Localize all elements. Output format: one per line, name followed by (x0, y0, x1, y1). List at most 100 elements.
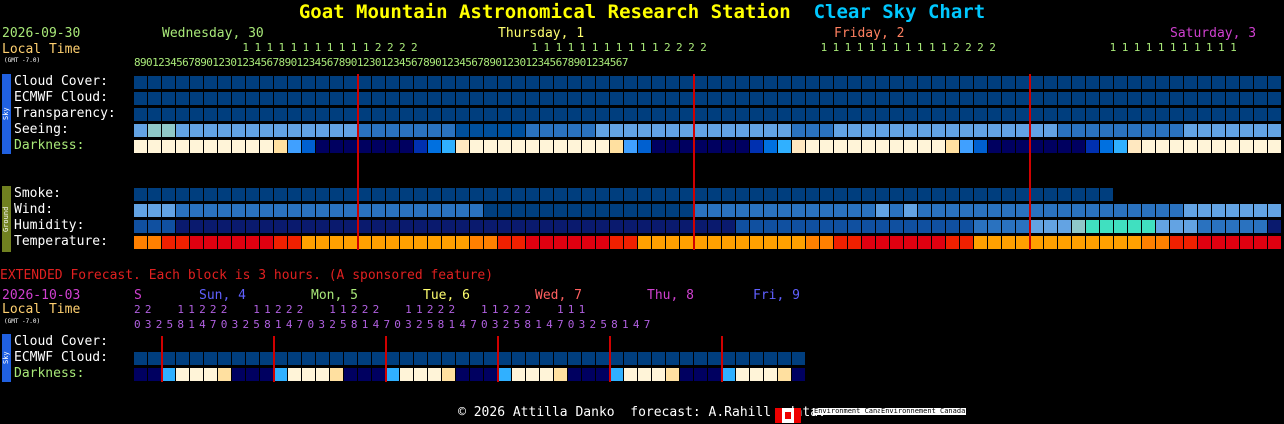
forecast-block[interactable] (1170, 124, 1183, 137)
forecast-block[interactable] (204, 188, 217, 201)
forecast-block[interactable] (540, 368, 553, 381)
forecast-block[interactable] (806, 76, 819, 89)
forecast-block[interactable] (960, 76, 973, 89)
forecast-block[interactable] (414, 236, 427, 249)
forecast-block[interactable] (1170, 220, 1183, 233)
forecast-block[interactable] (246, 220, 259, 233)
forecast-block[interactable] (526, 220, 539, 233)
forecast-block[interactable] (1030, 236, 1043, 249)
row-label-ecmwf-cloud[interactable]: ECMWF Cloud: (14, 90, 108, 106)
forecast-block[interactable] (1240, 204, 1253, 217)
forecast-block[interactable] (596, 188, 609, 201)
forecast-block[interactable] (498, 220, 511, 233)
forecast-block[interactable] (218, 368, 231, 381)
forecast-block[interactable] (274, 220, 287, 233)
forecast-block[interactable] (316, 204, 329, 217)
forecast-block[interactable] (232, 140, 245, 153)
forecast-block[interactable] (1128, 92, 1141, 105)
forecast-block[interactable] (1058, 220, 1071, 233)
forecast-block[interactable] (778, 368, 791, 381)
forecast-block[interactable] (778, 220, 791, 233)
forecast-block[interactable] (778, 108, 791, 121)
forecast-block[interactable] (960, 124, 973, 137)
forecast-block[interactable] (806, 108, 819, 121)
forecast-block[interactable] (820, 140, 833, 153)
forecast-block[interactable] (764, 76, 777, 89)
forecast-block[interactable] (806, 92, 819, 105)
forecast-block[interactable] (218, 236, 231, 249)
forecast-block[interactable] (386, 204, 399, 217)
forecast-block[interactable] (680, 236, 693, 249)
forecast-block[interactable] (750, 204, 763, 217)
forecast-block[interactable] (1072, 92, 1085, 105)
forecast-block[interactable] (302, 108, 315, 121)
forecast-block[interactable] (134, 92, 147, 105)
forecast-block[interactable] (1184, 140, 1197, 153)
forecast-block[interactable] (414, 352, 427, 365)
forecast-block[interactable] (694, 188, 707, 201)
forecast-block[interactable] (582, 368, 595, 381)
forecast-block[interactable] (204, 352, 217, 365)
forecast-block[interactable] (946, 76, 959, 89)
forecast-block[interactable] (750, 92, 763, 105)
forecast-block[interactable] (162, 204, 175, 217)
forecast-block[interactable] (176, 236, 189, 249)
forecast-block[interactable] (162, 124, 175, 137)
forecast-block[interactable] (834, 108, 847, 121)
forecast-block[interactable] (1240, 92, 1253, 105)
forecast-block[interactable] (1156, 124, 1169, 137)
forecast-block[interactable] (1170, 108, 1183, 121)
forecast-block[interactable] (862, 140, 875, 153)
forecast-block[interactable] (932, 140, 945, 153)
forecast-block[interactable] (246, 352, 259, 365)
forecast-block[interactable] (1212, 76, 1225, 89)
forecast-block[interactable] (414, 204, 427, 217)
forecast-block[interactable] (778, 236, 791, 249)
forecast-block[interactable] (932, 76, 945, 89)
forecast-block[interactable] (372, 220, 385, 233)
forecast-block[interactable] (260, 108, 273, 121)
forecast-block[interactable] (526, 76, 539, 89)
forecast-block[interactable] (568, 124, 581, 137)
forecast-block[interactable] (498, 352, 511, 365)
forecast-block[interactable] (162, 108, 175, 121)
forecast-block[interactable] (176, 140, 189, 153)
forecast-block[interactable] (372, 188, 385, 201)
forecast-block[interactable] (652, 220, 665, 233)
forecast-block[interactable] (1072, 124, 1085, 137)
forecast-block[interactable] (694, 204, 707, 217)
forecast-block[interactable] (176, 188, 189, 201)
forecast-block[interactable] (1184, 76, 1197, 89)
forecast-block[interactable] (498, 204, 511, 217)
forecast-block[interactable] (694, 140, 707, 153)
forecast-block[interactable] (792, 352, 805, 365)
forecast-block[interactable] (1002, 236, 1015, 249)
forecast-block[interactable] (666, 220, 679, 233)
forecast-block[interactable] (1142, 92, 1155, 105)
forecast-block[interactable] (218, 204, 231, 217)
forecast-block[interactable] (736, 92, 749, 105)
forecast-block[interactable] (988, 204, 1001, 217)
forecast-block[interactable] (204, 76, 217, 89)
forecast-block[interactable] (330, 108, 343, 121)
forecast-block[interactable] (1114, 92, 1127, 105)
forecast-block[interactable] (918, 236, 931, 249)
forecast-block[interactable] (974, 92, 987, 105)
forecast-block[interactable] (442, 220, 455, 233)
forecast-block[interactable] (834, 204, 847, 217)
forecast-block[interactable] (1128, 124, 1141, 137)
forecast-block[interactable] (288, 220, 301, 233)
forecast-block[interactable] (316, 368, 329, 381)
forecast-block[interactable] (1100, 188, 1113, 201)
forecast-block[interactable] (750, 76, 763, 89)
forecast-block[interactable] (708, 352, 721, 365)
forecast-block[interactable] (358, 220, 371, 233)
forecast-block[interactable] (414, 76, 427, 89)
forecast-block[interactable] (680, 368, 693, 381)
forecast-block[interactable] (1226, 92, 1239, 105)
forecast-block[interactable] (232, 124, 245, 137)
forecast-block[interactable] (1240, 124, 1253, 137)
forecast-block[interactable] (204, 108, 217, 121)
forecast-block[interactable] (610, 220, 623, 233)
ext-row-label-ecmwf[interactable]: ECMWF Cloud: (14, 350, 108, 366)
